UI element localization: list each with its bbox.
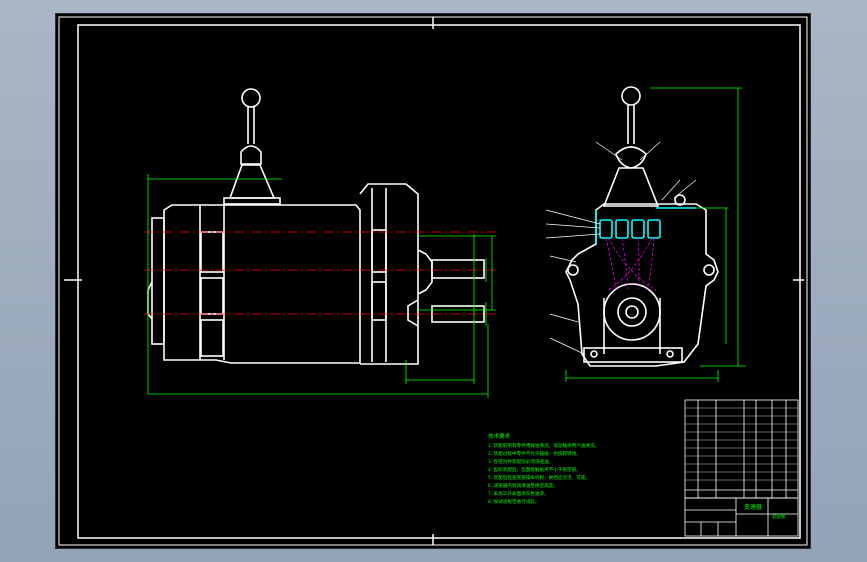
side-dimensions bbox=[565, 87, 746, 382]
note-line: 2.装配过程中零件不允许磕碰、划伤和锈蚀。 bbox=[488, 450, 581, 457]
notes-heading: 技术要求 bbox=[488, 432, 511, 440]
note-line: 4.齿轮装配后，齿面接触斑点不小于规定值。 bbox=[488, 466, 581, 473]
outer-border bbox=[58, 16, 808, 546]
centering-marks bbox=[64, 17, 804, 545]
front-view bbox=[147, 88, 485, 365]
part-leaders bbox=[545, 141, 697, 355]
note-line: 5.装配后检查变速操纵机构，换挡应灵活、可靠。 bbox=[488, 474, 590, 481]
side-view bbox=[565, 86, 719, 367]
unit-name: 装配图 bbox=[772, 513, 786, 520]
technical-notes: 技术要求 1.装配前所有零件用煤油清洗，滚动轴承用汽油清洗， 2.装配过程中零件… bbox=[488, 432, 599, 505]
shift-mechanism bbox=[595, 207, 696, 291]
parts-list bbox=[684, 399, 799, 499]
note-line: 1.装配前所有零件用煤油清洗，滚动轴承用汽油清洗， bbox=[488, 442, 599, 449]
front-centerlines bbox=[144, 231, 496, 315]
drawing-sheet: 技术要求 1.装配前所有零件用煤油清洗，滚动轴承用汽油清洗， 2.装配过程中零件… bbox=[56, 14, 810, 548]
cad-drawing: 技术要求 1.装配前所有零件用煤油清洗，滚动轴承用汽油清洗， 2.装配过程中零件… bbox=[58, 16, 808, 546]
drawing-title: 变速器 bbox=[744, 503, 762, 511]
inner-border bbox=[77, 24, 801, 539]
note-line: 7.未加工外表面涂灰色油漆。 bbox=[488, 490, 549, 497]
note-line: 8.按试验规范进行试验。 bbox=[488, 498, 539, 505]
note-line: 3.各密封件装配前必须浸透油。 bbox=[488, 458, 553, 465]
parts-list-rows bbox=[685, 407, 798, 481]
note-line: 6.减速器内装润滑油至规定高度。 bbox=[488, 482, 558, 489]
